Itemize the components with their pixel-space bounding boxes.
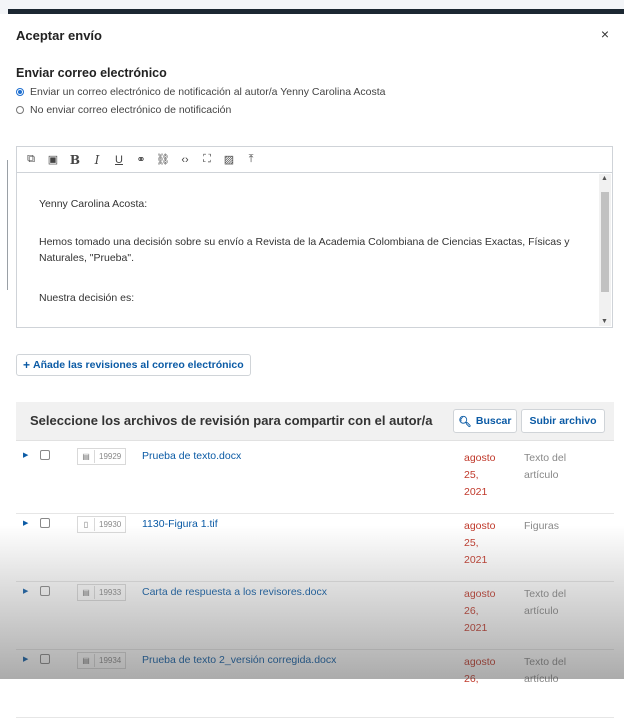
editor-scrollbar[interactable]: ▲ ▼ bbox=[599, 174, 611, 326]
add-reviews-label: Añade las revisiones al correo electróni… bbox=[33, 359, 244, 371]
paste-icon[interactable]: ▣ bbox=[45, 152, 61, 168]
italic-icon[interactable]: I bbox=[89, 152, 105, 168]
document-icon: ▤ bbox=[78, 586, 95, 599]
upload-icon[interactable]: ⤒ bbox=[243, 152, 259, 168]
file-date: agosto 25, 2021 bbox=[464, 520, 496, 566]
radio-send-email[interactable] bbox=[16, 88, 24, 96]
editor-toolbar: ⧉ ▣ B I U ⚭ ⛓ ‹› ⛶ ▨ ⤒ bbox=[17, 147, 612, 173]
file-name-link[interactable]: 1130-Figura 1.tif bbox=[142, 518, 218, 530]
underline-icon[interactable]: U bbox=[111, 152, 127, 168]
file-type: Texto del artículo bbox=[524, 588, 567, 617]
file-row[interactable]: ▶ ▤ 19929 Prueba de texto.docx agosto 25, 2… bbox=[16, 445, 614, 514]
email-greeting: Yenny Carolina Acosta: bbox=[39, 198, 148, 210]
search-icon: 🔍︎ bbox=[458, 415, 472, 428]
option-send-email[interactable]: Enviar un correo electrónico de notifica… bbox=[16, 86, 385, 98]
file-date: agosto 26, 2021 bbox=[464, 588, 496, 634]
left-edge-border bbox=[0, 160, 8, 290]
email-section-title: Enviar correo electrónico bbox=[16, 66, 167, 80]
review-files-panel: Seleccione los archivos de revisión para… bbox=[16, 402, 614, 718]
unlink-icon[interactable]: ⛓ bbox=[155, 152, 171, 168]
file-row[interactable]: ▶ ▤ 19933 Carta de respuesta a los reviso… bbox=[16, 581, 614, 650]
modal-title: Aceptar envío bbox=[16, 28, 102, 43]
file-icon: ▯ bbox=[78, 518, 95, 531]
scroll-down-icon[interactable]: ▼ bbox=[601, 318, 608, 325]
file-name-link[interactable]: Prueba de texto 2_versión corregida.docx bbox=[142, 654, 336, 666]
expand-icon[interactable]: ▶ bbox=[23, 519, 28, 527]
add-reviews-button[interactable]: + Añade las revisiones al correo electró… bbox=[16, 354, 251, 376]
file-row[interactable]: ▶ ▯ 19930 1130-Figura 1.tif agosto 25, 2021… bbox=[16, 513, 614, 582]
email-editor[interactable]: ⧉ ▣ B I U ⚭ ⛓ ‹› ⛶ ▨ ⤒ Yenny Carolina Ac… bbox=[16, 146, 613, 328]
search-button[interactable]: 🔍︎ Buscar bbox=[453, 409, 517, 433]
file-name-link[interactable]: Carta de respuesta a los revisores.docx bbox=[142, 586, 327, 598]
option-no-email-label: No enviar correo electrónico de notifica… bbox=[30, 104, 232, 116]
code-icon[interactable]: ‹› bbox=[177, 152, 193, 168]
file-id-badge: ▤ 19929 bbox=[77, 448, 127, 465]
document-icon: ▤ bbox=[78, 654, 95, 667]
upload-file-button[interactable]: Subir archivo bbox=[521, 409, 605, 433]
link-icon[interactable]: ⚭ bbox=[133, 152, 149, 168]
bold-icon[interactable]: B bbox=[67, 152, 83, 168]
scroll-up-icon[interactable]: ▲ bbox=[601, 175, 608, 182]
file-name-link[interactable]: Prueba de texto.docx bbox=[142, 450, 241, 462]
file-checkbox[interactable] bbox=[40, 654, 50, 664]
file-id-badge: ▤ 19933 bbox=[77, 584, 127, 601]
file-type: Texto del artículo bbox=[524, 656, 567, 685]
file-checkbox[interactable] bbox=[40, 518, 50, 528]
email-body[interactable]: Yenny Carolina Acosta: Hemos tomado una … bbox=[17, 174, 599, 327]
plus-icon: + bbox=[23, 358, 31, 372]
top-bar bbox=[0, 0, 624, 14]
file-checkbox[interactable] bbox=[40, 586, 50, 596]
expand-icon[interactable]: ▶ bbox=[23, 655, 28, 663]
expand-icon[interactable]: ▶ bbox=[23, 587, 28, 595]
file-type: Texto del artículo bbox=[524, 452, 567, 481]
review-files-title: Seleccione los archivos de revisión para… bbox=[30, 413, 433, 428]
close-button[interactable]: × bbox=[597, 26, 613, 42]
radio-no-email[interactable] bbox=[16, 106, 24, 114]
option-no-email[interactable]: No enviar correo electrónico de notifica… bbox=[16, 104, 231, 116]
file-id-badge: ▤ 19934 bbox=[77, 652, 127, 669]
review-files-header: Seleccione los archivos de revisión para… bbox=[16, 402, 614, 441]
email-paragraph: Hemos tomado una decisión sobre su envío… bbox=[39, 236, 570, 264]
document-icon: ▤ bbox=[78, 450, 95, 463]
image-icon[interactable]: ▨ bbox=[221, 152, 237, 168]
file-id-badge: ▯ 19930 bbox=[77, 516, 127, 533]
option-send-email-label: Enviar un correo electrónico de notifica… bbox=[30, 86, 386, 98]
expand-icon[interactable]: ▶ bbox=[23, 451, 28, 459]
search-label: Buscar bbox=[475, 415, 512, 427]
fullscreen-icon[interactable]: ⛶ bbox=[199, 152, 215, 168]
file-row[interactable]: ▶ ▤ 19934 Prueba de texto 2_versión corre… bbox=[16, 649, 614, 718]
file-checkbox[interactable] bbox=[40, 450, 50, 460]
copy-icon[interactable]: ⧉ bbox=[23, 152, 39, 168]
scrollbar-thumb[interactable] bbox=[601, 192, 609, 292]
file-date: agosto 26, bbox=[464, 656, 496, 685]
file-type: Figuras bbox=[524, 520, 560, 532]
email-decision: Nuestra decisión es: bbox=[39, 292, 135, 304]
file-date: agosto 25, 2021 bbox=[464, 452, 496, 498]
